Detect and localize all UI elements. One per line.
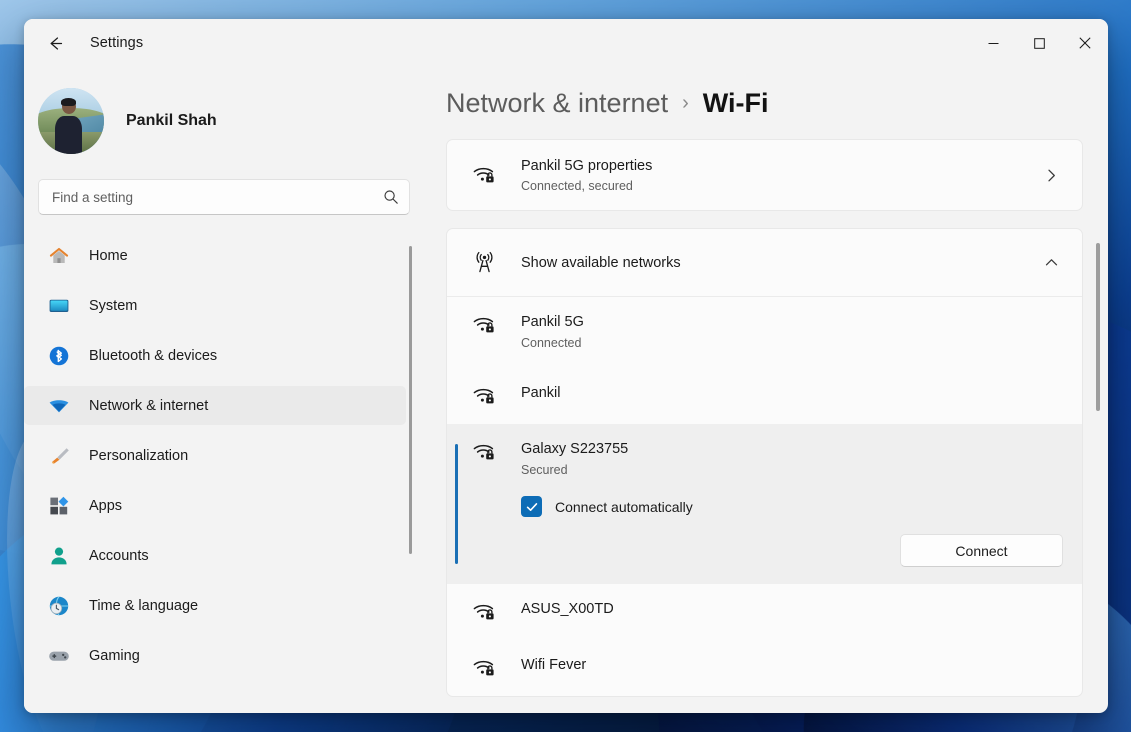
network-status: Connected	[521, 336, 582, 350]
wifi-secured-icon	[469, 383, 499, 409]
search-box[interactable]	[38, 179, 410, 215]
sidebar-item-label: Bluetooth & devices	[89, 347, 218, 364]
close-icon	[1079, 37, 1091, 49]
clock-globe-icon	[46, 593, 72, 619]
settings-window: Settings Pankil Shah Find a setting Home…	[24, 19, 1108, 713]
wifi-secured-icon	[469, 312, 499, 338]
search-input[interactable]	[52, 189, 383, 205]
avatar-person-body	[55, 115, 82, 154]
bluetooth-icon	[46, 343, 72, 369]
network-info: Pankil 5G Connected	[521, 312, 1065, 353]
sidebar-item-label: Accounts	[89, 547, 149, 564]
sidebar-item-personalization[interactable]: Personalization	[24, 436, 406, 475]
connect-button-row: Connect	[521, 534, 1065, 567]
show-available-networks-header[interactable]: Show available networks	[447, 229, 1082, 297]
breadcrumb: Network & internet › Wi-Fi	[446, 67, 1108, 139]
wifi-properties-text: Pankil 5G properties Connected, secured	[521, 156, 1038, 195]
wifi-properties-subtitle: Connected, secured	[521, 178, 633, 193]
sidebar-item-home[interactable]: Home	[24, 236, 406, 275]
sidebar: Pankil Shah Find a setting Home System B…	[24, 67, 424, 713]
title-bar: Settings	[24, 19, 1108, 67]
main-scrollbar[interactable]	[1096, 243, 1100, 411]
close-button[interactable]	[1062, 19, 1108, 67]
minimize-icon	[988, 42, 998, 44]
checkmark-icon	[526, 502, 537, 511]
apps-grid-icon	[46, 493, 72, 519]
wifi-properties-title: Pankil 5G properties	[521, 157, 653, 174]
person-icon	[46, 543, 72, 569]
page-title: Wi-Fi	[702, 87, 769, 118]
sidebar-item-gaming[interactable]: Gaming	[24, 636, 406, 675]
sidebar-item-label: Time & language	[89, 597, 199, 614]
wifi-secured-icon	[469, 163, 499, 188]
chevron-up-icon[interactable]	[1038, 255, 1065, 270]
network-row[interactable]: ASUS_X00TD	[447, 584, 1082, 640]
sidebar-item-bluetooth[interactable]: Bluetooth & devices	[24, 336, 406, 375]
account-row[interactable]: Pankil Shah	[24, 67, 424, 163]
show-available-networks-text: Show available networks	[521, 253, 1038, 273]
window-title: Settings	[90, 35, 144, 51]
gamepad-icon	[46, 643, 72, 669]
sidebar-item-time-language[interactable]: Time & language	[24, 586, 406, 625]
network-info: Galaxy S223755 Secured Connect automatic…	[521, 439, 1065, 567]
home-icon	[46, 243, 72, 269]
connect-automatically-label: Connect automatically	[555, 498, 693, 515]
connect-automatically-row[interactable]: Connect automatically	[521, 496, 1065, 517]
system-monitor-icon	[46, 293, 72, 319]
show-available-networks-label: Show available networks	[521, 254, 681, 271]
network-row-selected[interactable]: Galaxy S223755 Secured Connect automatic…	[447, 424, 1082, 584]
back-button[interactable]	[38, 26, 72, 60]
wifi-secured-icon	[469, 599, 499, 625]
network-row[interactable]: Pankil	[447, 368, 1082, 424]
wifi-secured-icon	[469, 655, 499, 681]
sidebar-item-label: Apps	[89, 497, 123, 514]
sidebar-nav: Home System Bluetooth & devices Network …	[24, 236, 424, 713]
sidebar-item-system[interactable]: System	[24, 286, 406, 325]
window-body: Pankil Shah Find a setting Home System B…	[24, 67, 1108, 713]
sidebar-item-network-internet[interactable]: Network & internet	[24, 386, 406, 425]
connect-button[interactable]: Connect	[900, 534, 1063, 567]
network-name: Wifi Fever	[521, 657, 587, 673]
network-info: Wifi Fever	[521, 655, 1065, 676]
network-status: Secured	[521, 463, 568, 477]
chevron-right-icon: ›	[682, 91, 689, 114]
sidebar-item-label: Gaming	[89, 647, 140, 664]
back-arrow-icon	[50, 36, 62, 50]
sidebar-item-label: Home	[89, 247, 128, 264]
network-name: Pankil	[521, 385, 561, 401]
account-name: Pankil Shah	[126, 112, 217, 129]
wifi-secured-icon	[469, 439, 499, 465]
available-networks-card: Show available networks Pankil 5G Connec…	[446, 228, 1083, 697]
minimize-button[interactable]	[970, 19, 1016, 67]
sidebar-scrollbar[interactable]	[409, 246, 412, 554]
sidebar-item-label: Network & internet	[89, 397, 209, 414]
wifi-icon	[46, 393, 72, 419]
desktop-wallpaper: Settings Pankil Shah Find a setting Home…	[0, 0, 1131, 732]
sidebar-item-accounts[interactable]: Accounts	[24, 536, 406, 575]
chevron-right-icon[interactable]	[1038, 168, 1065, 183]
window-controls	[970, 19, 1108, 67]
search-icon[interactable]	[383, 189, 399, 205]
sidebar-item-apps[interactable]: Apps	[24, 486, 406, 525]
maximize-button[interactable]	[1016, 19, 1062, 67]
avatar-person-hair	[61, 97, 77, 106]
sidebar-item-label: System	[89, 297, 138, 314]
sidebar-item-label: Personalization	[89, 447, 189, 464]
main-content: Network & internet › Wi-Fi Pankil 5G pro…	[424, 67, 1108, 713]
paintbrush-icon	[46, 443, 72, 469]
network-name: ASUS_X00TD	[521, 601, 614, 617]
connect-automatically-checkbox[interactable]	[521, 496, 542, 517]
avatar[interactable]	[38, 88, 104, 154]
broadcast-tower-icon	[469, 250, 499, 275]
network-info: Pankil	[521, 383, 1065, 404]
network-info: ASUS_X00TD	[521, 599, 1065, 620]
breadcrumb-parent[interactable]: Network & internet	[446, 88, 668, 119]
network-name: Pankil 5G	[521, 314, 584, 330]
network-name: Galaxy S223755	[521, 441, 629, 457]
network-row[interactable]: Wifi Fever	[447, 640, 1082, 696]
wifi-properties-card[interactable]: Pankil 5G properties Connected, secured	[446, 139, 1083, 211]
network-row[interactable]: Pankil 5G Connected	[447, 297, 1082, 368]
maximize-icon	[1033, 37, 1045, 49]
